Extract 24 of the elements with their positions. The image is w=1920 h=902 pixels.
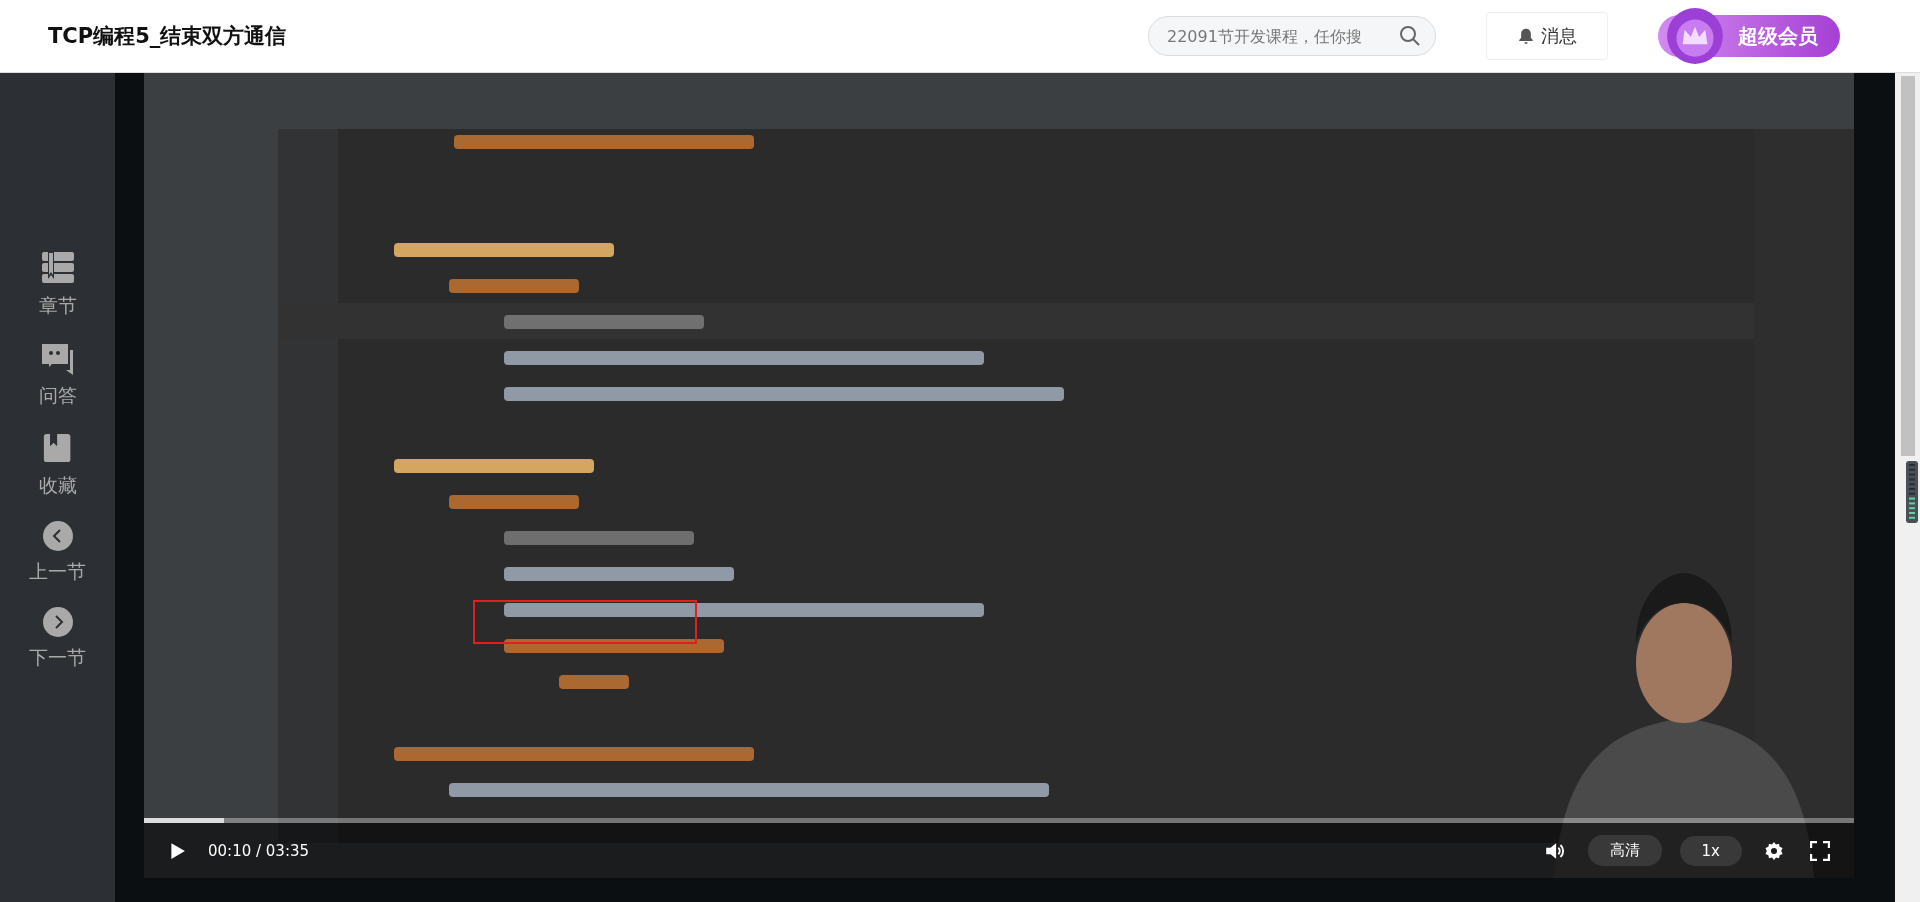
crown-badge-icon: [1664, 5, 1726, 67]
chevron-right-icon: [42, 607, 73, 637]
favorite-button[interactable]: 收藏: [38, 431, 77, 499]
chevron-left-icon: [42, 521, 73, 551]
bell-icon: [1517, 27, 1535, 45]
time-display: 00:10 / 03:35: [208, 841, 310, 860]
quality-button[interactable]: 高清: [1587, 835, 1662, 866]
prev-button[interactable]: 上一节: [29, 521, 86, 585]
fullscreen-icon: [1810, 840, 1830, 861]
play-icon: [168, 841, 186, 860]
chapters-button[interactable]: 章节: [38, 251, 77, 319]
search-field[interactable]: 22091节开发课程，任你搜: [1148, 16, 1436, 56]
bookmark-icon: [42, 431, 73, 465]
level-meter-icon: [1906, 461, 1918, 523]
progress-track[interactable]: [144, 818, 1854, 823]
search-icon: [1398, 24, 1422, 48]
next-button[interactable]: 下一节: [29, 607, 86, 671]
page-title: TCP编程5_结束双方通信: [48, 23, 287, 50]
books-icon: [40, 251, 75, 285]
chat-icon: [40, 341, 75, 375]
messages-button[interactable]: 消息: [1486, 12, 1608, 60]
settings-icon: [1764, 840, 1784, 861]
qa-button[interactable]: 问答: [38, 341, 77, 409]
scrollbar-thumb[interactable]: [1900, 76, 1915, 456]
